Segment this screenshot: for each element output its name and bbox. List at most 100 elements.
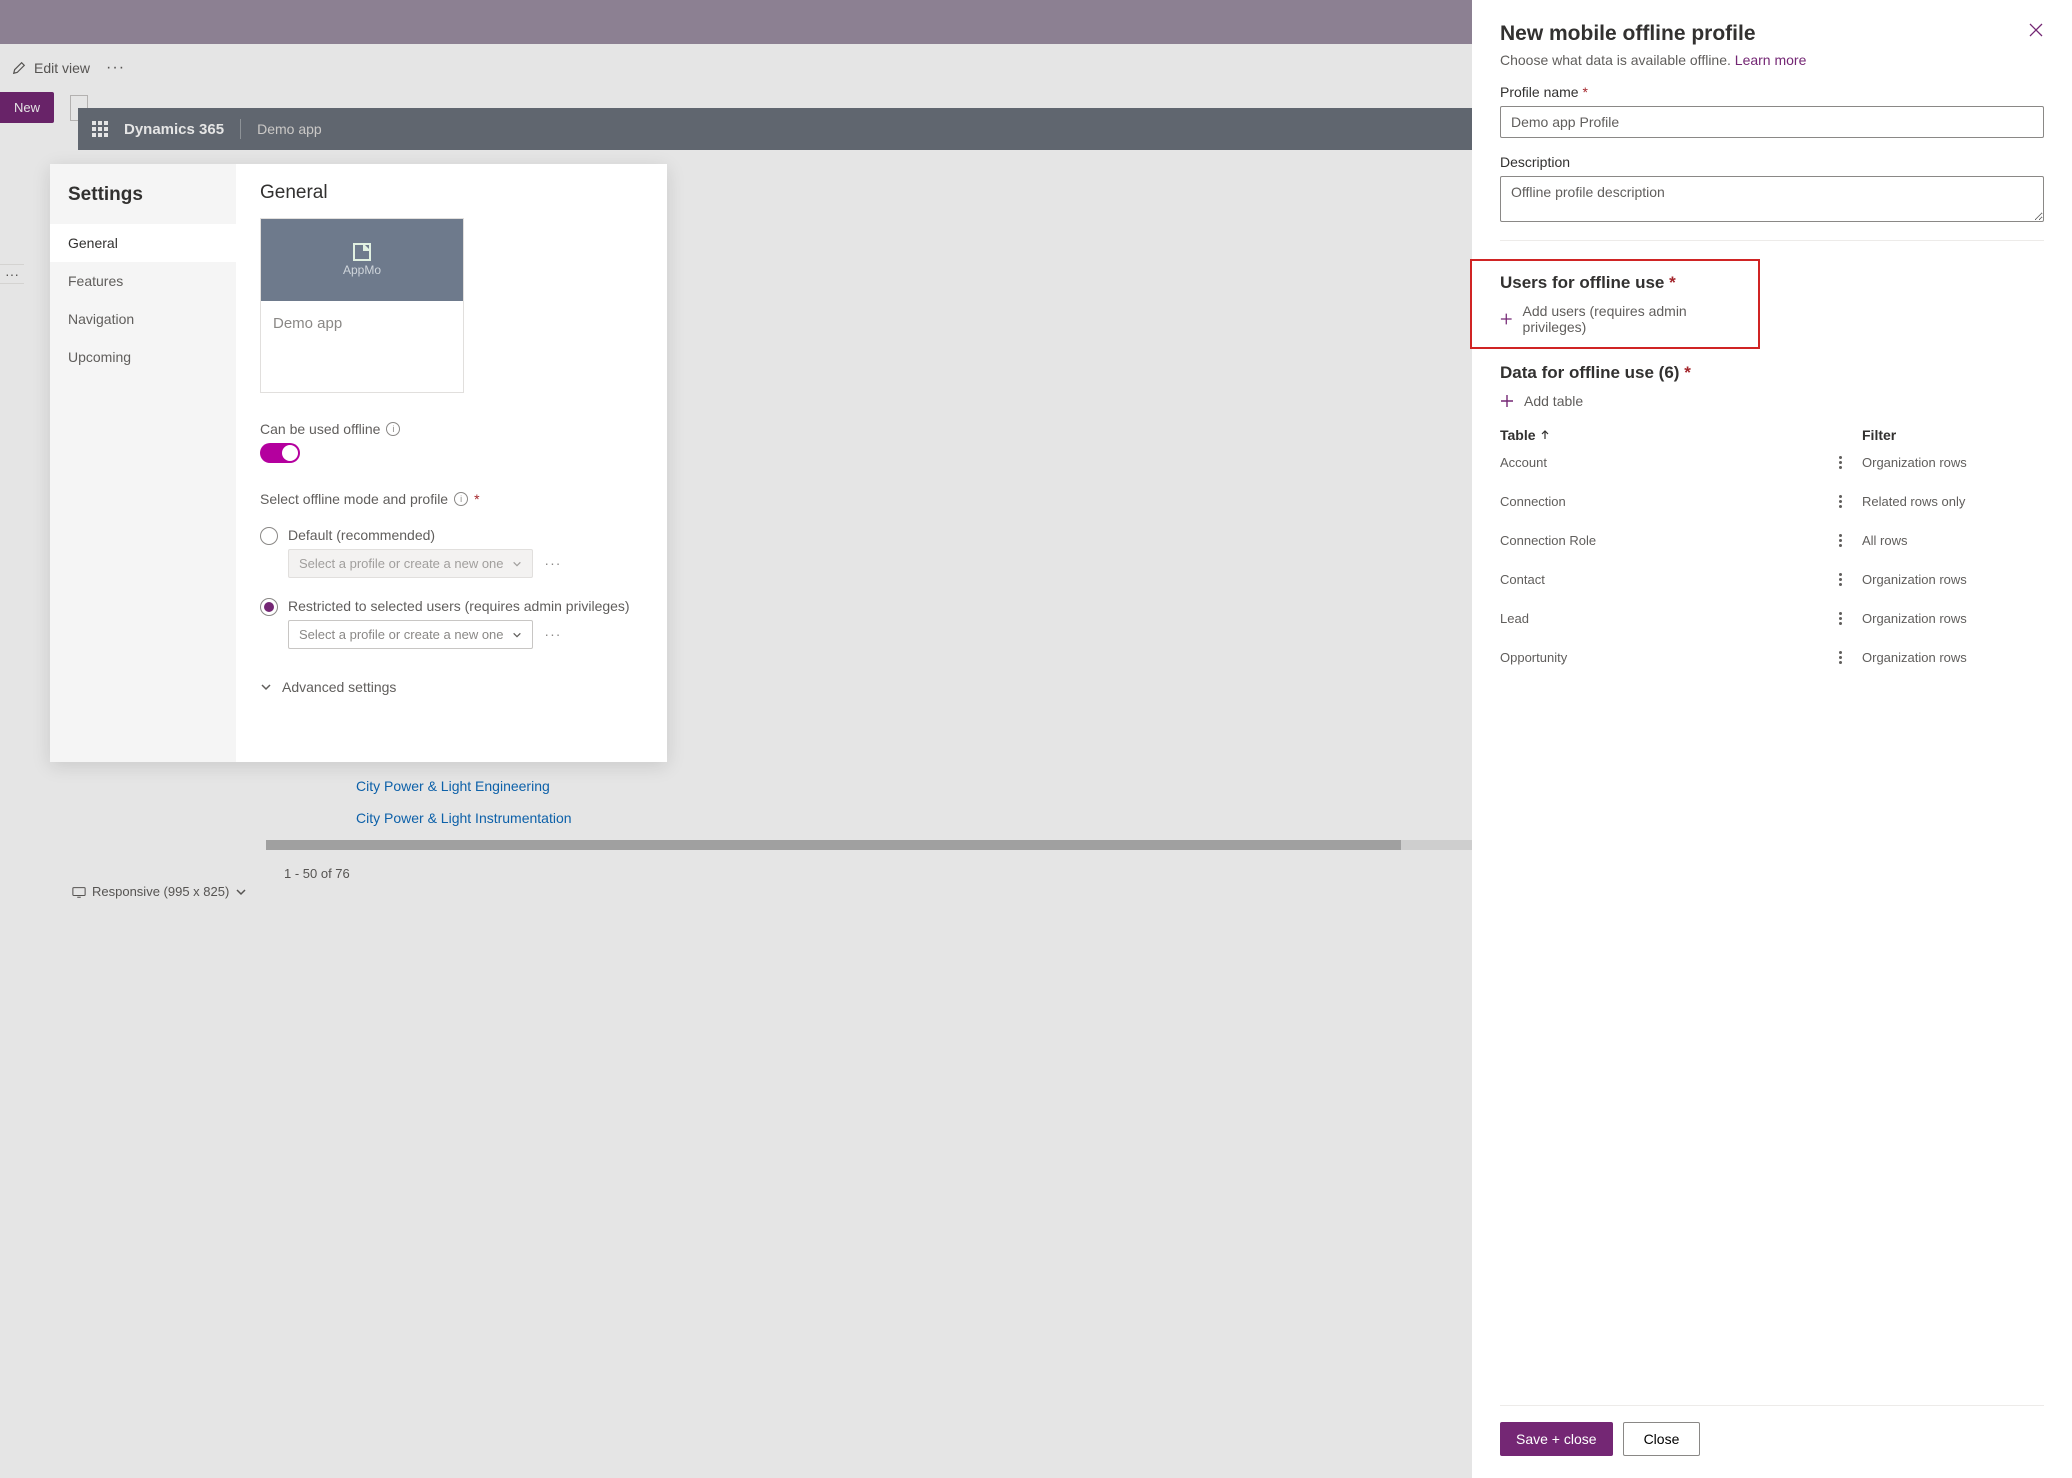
settings-sidebar: Settings General Features Navigation Upc… (50, 164, 236, 762)
row-more[interactable] (1818, 456, 1862, 469)
row-table-name: Connection (1500, 494, 1818, 509)
radio-group: Default (recommended) Select a profile o… (260, 527, 643, 649)
row-more[interactable] (1818, 495, 1862, 508)
sidebar-item-navigation[interactable]: Navigation (50, 300, 236, 338)
add-table-button[interactable]: Add table (1500, 393, 2044, 409)
row-table-name: Connection Role (1500, 533, 1818, 548)
flyout-footer: Save + close Close (1500, 1405, 2044, 1478)
table-row[interactable]: Contact Organization rows (1500, 560, 2044, 599)
data-heading-text: Data for offline use (6) (1500, 363, 1679, 382)
table-col-table[interactable]: Table (1500, 427, 1818, 443)
radio-default[interactable]: Default (recommended) Select a profile o… (260, 527, 643, 578)
save-close-button[interactable]: Save + close (1500, 1422, 1613, 1456)
row-more[interactable] (1818, 651, 1862, 664)
footer-status[interactable]: Responsive (995 x 825) (72, 884, 247, 899)
table-row[interactable]: Lead Organization rows (1500, 599, 2044, 638)
profile-select[interactable]: Select a profile or create a new one (288, 620, 533, 649)
required-asterisk: * (474, 491, 479, 507)
advanced-settings-toggle[interactable]: Advanced settings (260, 679, 643, 695)
data-heading: Data for offline use (6) * (1500, 363, 2044, 383)
info-icon[interactable]: i (454, 492, 468, 506)
settings-title: Settings (50, 184, 236, 224)
more-icon[interactable]: ··· (544, 555, 561, 571)
chevron-down-icon (260, 681, 272, 693)
close-icon[interactable] (2028, 22, 2044, 38)
profile-select-disabled: Select a profile or create a new one (288, 549, 533, 578)
row-more[interactable] (1818, 612, 1862, 625)
divider (240, 119, 241, 139)
offline-profile-flyout: New mobile offline profile Choose what d… (1472, 0, 2072, 1478)
plus-icon (1500, 312, 1513, 326)
row-filter: Organization rows (1862, 650, 2044, 665)
select-placeholder: Select a profile or create a new one (299, 627, 504, 642)
pencil-icon (12, 61, 26, 75)
more-icon[interactable]: ··· (544, 626, 561, 642)
row-filter: Organization rows (1862, 455, 2044, 470)
add-users-label: Add users (requires admin privileges) (1523, 303, 1730, 335)
row-more[interactable] (1818, 573, 1862, 586)
sort-up-icon (1540, 430, 1550, 440)
flyout-title: New mobile offline profile (1500, 22, 1756, 46)
row-table-name: Contact (1500, 572, 1818, 587)
link-name: City Power & Light Engineering (356, 778, 550, 794)
table-row[interactable]: Connection Related rows only (1500, 482, 2044, 521)
row-more[interactable] (1818, 534, 1862, 547)
vertical-dots-icon (1839, 456, 1842, 469)
chevron-down-icon (235, 886, 247, 898)
preview-icon-text: AppMo (343, 263, 381, 277)
table-body: Account Organization rows Connection Rel… (1500, 443, 2044, 677)
new-button[interactable]: New (0, 92, 54, 123)
add-table-label: Add table (1524, 393, 1583, 409)
plus-icon (1500, 394, 1514, 408)
offline-label: Can be used offline i (260, 421, 643, 437)
required-asterisk: * (1582, 84, 1587, 100)
row-filter: Related rows only (1862, 494, 2044, 509)
app-product: Dynamics 365 (124, 121, 224, 138)
row-filter: Organization rows (1862, 572, 2044, 587)
table-header-row: Table Filter (1500, 427, 2044, 443)
users-highlight-box: Users for offline use * Add users (requi… (1470, 259, 1760, 349)
radio-circle-checked[interactable] (260, 598, 278, 616)
radio-restricted-label: Restricted to selected users (requires a… (288, 598, 643, 614)
learn-more-link[interactable]: Learn more (1735, 52, 1807, 68)
row-table-name: Opportunity (1500, 650, 1818, 665)
table-col-filter[interactable]: Filter (1862, 427, 2044, 443)
profile-name-label: Profile name * (1500, 84, 2044, 100)
app-name: Demo app (257, 121, 322, 137)
offline-label-text: Can be used offline (260, 421, 380, 437)
flyout-subtitle: Choose what data is available offline. L… (1500, 52, 2044, 68)
settings-main: General AppMo Demo app Can be used offli… (236, 164, 667, 762)
sidebar-item-general[interactable]: General (50, 224, 236, 262)
sidebar-item-features[interactable]: Features (50, 262, 236, 300)
info-icon[interactable]: i (386, 422, 400, 436)
close-button[interactable]: Close (1623, 1422, 1701, 1456)
add-users-button[interactable]: Add users (requires admin privileges) (1500, 303, 1730, 335)
preview-header: AppMo (261, 219, 463, 301)
general-heading: General (260, 182, 643, 204)
device-icon (72, 885, 86, 899)
required-asterisk: * (1669, 273, 1676, 292)
edit-view-label[interactable]: Edit view (34, 60, 90, 76)
waffle-icon[interactable] (92, 121, 108, 137)
row-filter: Organization rows (1862, 611, 2044, 626)
required-asterisk: * (1684, 363, 1691, 382)
row-table-name: Lead (1500, 611, 1818, 626)
description-textarea[interactable] (1500, 176, 2044, 222)
subtitle-text: Choose what data is available offline. (1500, 52, 1731, 68)
radio-restricted[interactable]: Restricted to selected users (requires a… (260, 598, 643, 649)
table-row[interactable]: Account Organization rows (1500, 443, 2044, 482)
table-row[interactable]: Connection Role All rows (1500, 521, 2044, 560)
side-ellipsis[interactable]: ··· (0, 264, 24, 284)
table-row[interactable]: Opportunity Organization rows (1500, 638, 2044, 677)
profile-name-input[interactable] (1500, 106, 2044, 138)
row-filter: All rows (1862, 533, 2044, 548)
preview-body: Demo app (261, 301, 463, 392)
more-icon[interactable]: ··· (106, 59, 125, 77)
vertical-dots-icon (1839, 573, 1842, 586)
select-mode-label: Select offline mode and profile i * (260, 491, 643, 507)
offline-toggle[interactable] (260, 443, 300, 463)
sidebar-item-upcoming[interactable]: Upcoming (50, 338, 236, 376)
vertical-dots-icon (1839, 651, 1842, 664)
app-preview-card[interactable]: AppMo Demo app (260, 218, 464, 393)
radio-circle[interactable] (260, 527, 278, 545)
